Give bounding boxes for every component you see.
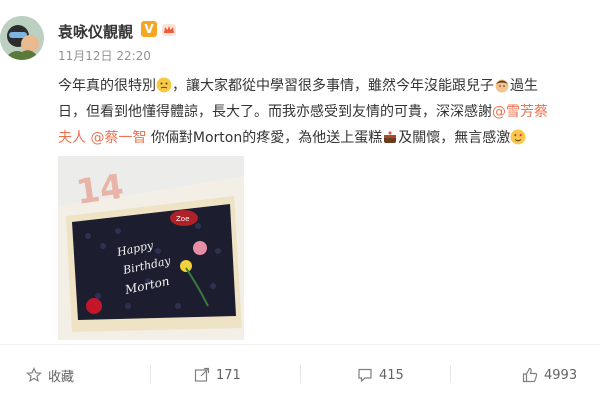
cake-photo-image: Happy Birthday Morton Zoe 14 <box>58 156 244 340</box>
user-badges: V <box>141 21 177 37</box>
text-segment: 日，但看到他懂得體諒，長大了。而我亦感受到友情的可貴，深深感謝 <box>58 104 492 120</box>
post-timestamp[interactable]: 11月12日 22:20 <box>58 47 151 64</box>
comment-icon <box>358 368 372 383</box>
text-segment: 及關懷，無言感激 <box>398 130 511 146</box>
crown-icon[interactable] <box>161 21 177 37</box>
action-divider <box>150 365 151 383</box>
text-segment: ，讓大家都從中學習很多事情，雖然今年沒能跟兒子 <box>172 78 494 94</box>
text-segment: 你倆對Morton的疼愛，為他送上蛋糕 <box>146 130 383 146</box>
post-text: 今年真的很特別 ，讓大家都從中學習很多事情，雖然今年沒能跟兒子 過生 日，但看到他懂… <box>58 73 588 151</box>
action-divider <box>450 365 451 383</box>
svg-text:Zoe: Zoe <box>176 215 189 223</box>
post-photo[interactable]: Happy Birthday Morton Zoe 14 <box>58 156 244 340</box>
favorite-label: 收藏 <box>48 369 75 385</box>
like-count: 4993 <box>544 367 578 383</box>
action-bar: 收藏 171 415 4993 <box>0 344 600 395</box>
thinking-emoji-icon <box>156 77 172 93</box>
action-divider <box>300 365 301 383</box>
forward-count: 171 <box>216 367 241 383</box>
username[interactable]: 袁咏仪靚靚 <box>58 21 133 42</box>
avatar[interactable] <box>0 16 44 60</box>
mention-link[interactable]: @蔡一智 <box>90 130 146 146</box>
text-segment: 今年真的很特別 <box>58 78 156 94</box>
forward-button[interactable]: 171 <box>194 365 241 385</box>
mention-link[interactable]: @雪芳蔡 <box>492 104 548 120</box>
heart-eyes-emoji-icon <box>510 129 526 145</box>
v-badge-icon[interactable]: V <box>141 21 157 37</box>
svg-text:14: 14 <box>74 167 126 213</box>
comment-count: 415 <box>379 367 404 383</box>
favorite-button[interactable]: 收藏 <box>26 365 74 385</box>
text-segment: 過生 <box>510 78 538 94</box>
cake-emoji-icon <box>384 131 397 143</box>
like-icon <box>522 367 538 383</box>
mention-link[interactable]: 夫人 <box>58 130 86 146</box>
star-icon <box>26 367 42 383</box>
share-icon <box>194 367 210 382</box>
weibo-post: 袁咏仪靚靚 V 11月12日 22:20 今年真的很特別 ，讓大家都從中學習很多事… <box>0 0 600 394</box>
like-button[interactable]: 4993 <box>522 365 577 385</box>
boy-emoji-icon <box>495 79 509 93</box>
comment-button[interactable]: 415 <box>357 365 404 385</box>
